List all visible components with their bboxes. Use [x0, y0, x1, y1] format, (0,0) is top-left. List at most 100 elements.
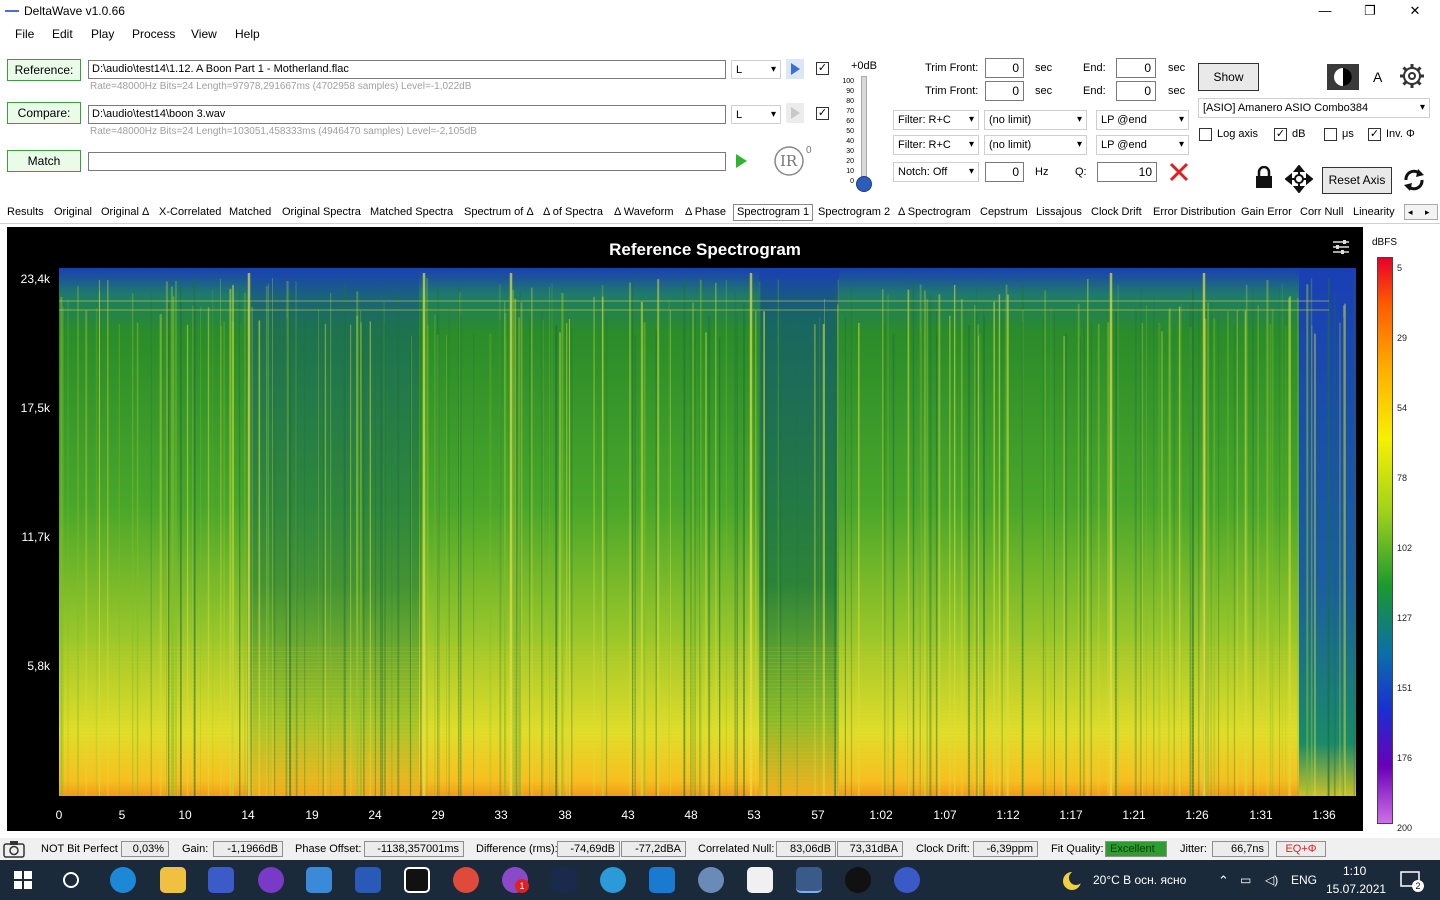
lp-select-2[interactable]: LP @end [1096, 135, 1189, 155]
tab-original[interactable]: Original Δ [101, 206, 149, 218]
close-button[interactable]: ✕ [1392, 0, 1438, 22]
tab-spectrogram-1[interactable]: Spectrogram 1 [733, 204, 814, 221]
player-app-icon[interactable] [845, 867, 871, 893]
show-button[interactable]: Show [1198, 63, 1259, 91]
tab-matched[interactable]: Matched [229, 206, 271, 218]
reference-button[interactable]: Reference: [7, 59, 81, 81]
filter-select-2[interactable]: Filter: R+C [893, 135, 979, 155]
lp-select-1[interactable]: LP @end [1096, 110, 1189, 130]
compare-channel-select[interactable]: L [731, 105, 781, 124]
tab-corr-null[interactable]: Corr Null [1300, 206, 1343, 218]
tab-waveform[interactable]: Δ Waveform [614, 206, 674, 218]
tab-scroll-right-icon[interactable]: ▸ [1425, 205, 1430, 219]
podcast-app-icon[interactable] [258, 867, 284, 893]
tab-of-spectra[interactable]: Δ of Spectra [543, 206, 603, 218]
menu-file[interactable]: File [15, 27, 34, 41]
log-axis-checkbox[interactable] [1199, 128, 1212, 141]
trim-end-input-2[interactable]: 0 [1116, 81, 1156, 101]
limit-select-1[interactable]: (no limit) [984, 110, 1087, 130]
us-checkbox[interactable] [1324, 128, 1337, 141]
network-icon[interactable]: ▭ [1240, 873, 1251, 887]
compare-path-field[interactable]: D:\audio\test14\boon 3.wav [88, 105, 726, 124]
fox-app-icon[interactable] [747, 867, 773, 893]
tab-x-correlated[interactable]: X-Correlated [159, 206, 221, 218]
telegram-icon[interactable] [600, 867, 626, 893]
lock-icon[interactable] [1254, 166, 1274, 190]
chrome-icon[interactable] [453, 867, 479, 893]
gear-icon[interactable] [1399, 63, 1425, 89]
play-reference-icon[interactable] [786, 59, 804, 79]
tab-gain-error[interactable]: Gain Error [1241, 206, 1292, 218]
tab-cepstrum[interactable]: Cepstrum [980, 206, 1028, 218]
reference-channel-select[interactable]: L [731, 60, 781, 79]
edge-icon[interactable] [110, 867, 136, 893]
tab-scroll-left-icon[interactable]: ◂ [1408, 205, 1413, 219]
tab-matched-spectra[interactable]: Matched Spectra [370, 206, 453, 218]
menu-help[interactable]: Help [235, 27, 260, 41]
menu-play[interactable]: Play [91, 27, 114, 41]
tab-spectrogram[interactable]: Δ Spectrogram [898, 206, 971, 218]
trim-end-input-1[interactable]: 0 [1116, 58, 1156, 78]
spectrogram-image[interactable] [59, 268, 1356, 796]
device-select[interactable]: [ASIO] Amanero ASIO Combo384 [1198, 98, 1430, 118]
jetbrains-icon[interactable] [404, 867, 430, 893]
save-app-icon[interactable] [208, 867, 234, 893]
notch-select[interactable]: Notch: Off [893, 162, 979, 182]
tab-spectrogram-2[interactable]: Spectrogram 2 [818, 206, 890, 218]
tab-results[interactable]: Results [7, 206, 44, 218]
tab-original-spectra[interactable]: Original Spectra [282, 206, 361, 218]
compare-button[interactable]: Compare: [7, 102, 81, 124]
deltawave-taskbar-icon[interactable] [796, 867, 822, 893]
compare-checkbox[interactable]: ✓ [816, 107, 829, 120]
camera-icon[interactable] [3, 840, 25, 858]
tab-original[interactable]: Original [54, 206, 92, 218]
tab-lissajous[interactable]: Lissajous [1036, 206, 1082, 218]
db-checkbox[interactable]: ✓ [1274, 128, 1287, 141]
paint-icon[interactable] [698, 867, 724, 893]
powershell-icon[interactable] [551, 867, 577, 893]
a-weighting-toggle[interactable]: A [1373, 69, 1382, 85]
tab-linearity[interactable]: Linearity [1353, 206, 1395, 218]
tab-spectrum-of[interactable]: Spectrum of Δ [464, 206, 534, 218]
tray-expand-icon[interactable]: ⌃ [1218, 873, 1229, 889]
vscode-icon[interactable] [649, 867, 675, 893]
limit-select-2[interactable]: (no limit) [984, 135, 1087, 155]
minimize-button[interactable]: — [1302, 0, 1348, 22]
tab-clock-drift[interactable]: Clock Drift [1091, 206, 1142, 218]
task-view-icon[interactable] [62, 871, 80, 889]
refresh-icon[interactable] [1401, 167, 1427, 193]
notch-hz-input[interactable]: 0 [985, 162, 1024, 182]
eq-phase-indicator[interactable]: EQ+Φ [1276, 841, 1326, 857]
weather-text[interactable]: 20°C В осн. ясно [1093, 873, 1186, 887]
level-slider-knob[interactable] [856, 176, 872, 192]
menu-view[interactable]: View [191, 27, 217, 41]
inv-phase-checkbox[interactable]: ✓ [1368, 128, 1381, 141]
volume-icon[interactable]: ◁) [1265, 873, 1278, 887]
menu-edit[interactable]: Edit [52, 27, 73, 41]
trim-front-input-1[interactable]: 0 [985, 58, 1024, 78]
windows-start-icon[interactable] [14, 871, 32, 889]
maximize-button[interactable]: ❐ [1347, 0, 1393, 22]
language-indicator[interactable]: ENG [1291, 873, 1317, 887]
mail-app-icon[interactable] [306, 867, 332, 893]
contrast-icon[interactable] [1327, 64, 1359, 90]
ap2-app-icon[interactable] [355, 867, 381, 893]
tab-error-distribution[interactable]: Error Distribution [1153, 206, 1236, 218]
tab-phase[interactable]: Δ Phase [685, 206, 726, 218]
clear-filter-icon[interactable] [1169, 162, 1189, 182]
reset-axis-button[interactable]: Reset Axis [1322, 167, 1392, 194]
audio-app-icon[interactable] [894, 867, 920, 893]
reference-path-field[interactable]: D:\audio\test14\1.12. A Boon Part 1 - Mo… [88, 60, 726, 79]
file-explorer-icon[interactable] [160, 867, 186, 893]
match-button[interactable]: Match [7, 150, 81, 172]
clock-date[interactable]: 15.07.2021 [1326, 882, 1386, 896]
plot-settings-icon[interactable] [1332, 239, 1350, 255]
reference-checkbox[interactable]: ✓ [816, 62, 829, 75]
menu-process[interactable]: Process [132, 27, 175, 41]
trim-front-input-2[interactable]: 0 [985, 81, 1024, 101]
play-compare-icon[interactable] [786, 103, 804, 123]
pan-move-icon[interactable] [1285, 165, 1313, 193]
q-input[interactable]: 10 [1097, 162, 1157, 182]
play-match-icon[interactable] [733, 152, 749, 170]
clock-time[interactable]: 1:10 [1343, 864, 1366, 878]
